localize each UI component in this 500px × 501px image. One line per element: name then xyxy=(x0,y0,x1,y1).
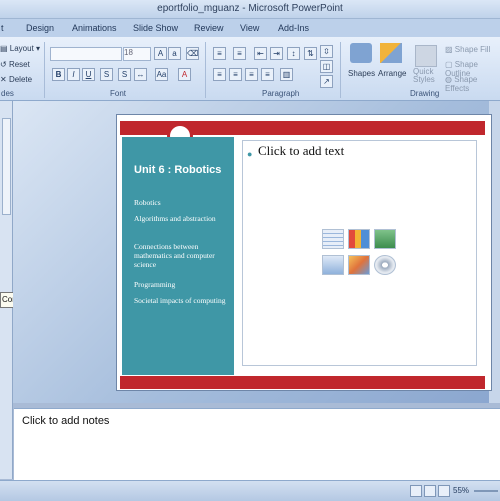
line-spacing-icon[interactable]: ↕ xyxy=(287,47,300,60)
italic-icon[interactable]: I xyxy=(67,68,80,81)
slide-bottom-band xyxy=(120,376,485,389)
font-color-icon[interactable]: A xyxy=(178,68,191,81)
tab-view[interactable]: View xyxy=(240,23,259,33)
arrange-icon[interactable] xyxy=(380,43,402,63)
shape-effects-label: Shape Effects xyxy=(445,75,478,93)
align-right-icon[interactable]: ≡ xyxy=(245,68,258,81)
content-placeholder[interactable] xyxy=(242,140,477,366)
zoom-level[interactable]: 55% xyxy=(453,486,469,495)
bullet-icon: ● xyxy=(247,149,253,159)
font-name-field[interactable] xyxy=(50,47,122,61)
ribbon-separator xyxy=(340,42,341,98)
change-case-icon[interactable]: Aa xyxy=(155,68,168,81)
group-font-label: Font xyxy=(110,89,127,98)
numbering-icon[interactable]: ≡ xyxy=(233,47,246,60)
slide-item-programming[interactable]: Programming xyxy=(134,280,229,289)
shape-fill-label: Shape Fill xyxy=(454,45,491,54)
quick-styles-label[interactable]: Quick Styles xyxy=(413,68,437,84)
shapes-button-label[interactable]: Shapes xyxy=(348,69,375,78)
shapes-icon[interactable] xyxy=(350,43,372,63)
status-bar: 55% xyxy=(0,480,500,501)
slide-show-icon[interactable] xyxy=(438,485,450,497)
underline-icon[interactable]: U xyxy=(82,68,95,81)
group-drawing-label: Drawing xyxy=(410,89,440,98)
quick-styles-icon[interactable] xyxy=(415,45,437,67)
tab-animations[interactable]: Animations xyxy=(72,23,117,33)
delete-label: Delete xyxy=(8,75,33,84)
convert-smartart-icon[interactable]: ↗ xyxy=(320,75,333,88)
insert-clip-art-icon[interactable] xyxy=(348,255,370,275)
increase-indent-icon[interactable]: ⇥ xyxy=(270,47,283,60)
reset-button[interactable]: ↺ Reset xyxy=(0,60,30,69)
shrink-font-icon[interactable]: a xyxy=(168,47,181,60)
insert-smartart-icon[interactable] xyxy=(374,229,396,249)
insert-picture-icon[interactable] xyxy=(322,255,344,275)
slide-item-robotics[interactable]: Robotics xyxy=(134,198,229,207)
slide-item-connections[interactable]: Connections between mathematics and comp… xyxy=(134,242,229,269)
decrease-indent-icon[interactable]: ⇤ xyxy=(254,47,267,60)
normal-view-icon[interactable] xyxy=(410,485,422,497)
slide-item-algorithms[interactable]: Algorithms and abstraction xyxy=(134,214,229,223)
char-spacing-icon[interactable]: ↔ xyxy=(134,68,147,81)
layout-label: Layout xyxy=(9,44,34,53)
window-title: eportfolio_mguanz - Microsoft PowerPoint xyxy=(157,3,343,14)
shadow-icon[interactable]: S xyxy=(118,68,131,81)
align-center-icon[interactable]: ≡ xyxy=(229,68,242,81)
columns-icon[interactable]: ▥ xyxy=(280,68,293,81)
notes-pane[interactable]: Click to add notes xyxy=(14,408,500,480)
tab-review[interactable]: Review xyxy=(194,23,224,33)
strikethrough-icon[interactable]: S xyxy=(100,68,113,81)
zoom-slider[interactable] xyxy=(474,490,498,492)
ribbon-separator xyxy=(44,42,45,98)
reset-label: Reset xyxy=(8,60,30,69)
align-text-icon[interactable]: ⇳ xyxy=(320,45,333,58)
shape-fill-button[interactable]: ▨ Shape Fill xyxy=(445,45,490,54)
title-bar: eportfolio_mguanz - Microsoft PowerPoint xyxy=(0,0,500,19)
tab-add-ins[interactable]: Add-Ins xyxy=(278,23,309,33)
content-placeholder-text[interactable]: Click to add text xyxy=(258,143,344,159)
tab-design[interactable]: Design xyxy=(26,23,54,33)
layout-button[interactable]: ▤ Layout ▾ xyxy=(0,44,40,53)
insert-chart-icon[interactable] xyxy=(348,229,370,249)
font-size-field[interactable]: 18 xyxy=(123,47,151,61)
smartart-icon[interactable]: ◫ xyxy=(320,60,333,73)
slide-item-societal[interactable]: Societal impacts of computing xyxy=(134,296,229,305)
clear-format-icon[interactable]: ⌫ xyxy=(186,47,199,60)
bold-icon[interactable]: B xyxy=(52,68,65,81)
justify-icon[interactable]: ≡ xyxy=(261,68,274,81)
group-paragraph-label: Paragraph xyxy=(262,89,300,98)
ribbon-tabs: t Design Animations Slide Show Review Vi… xyxy=(0,19,500,37)
insert-table-icon[interactable] xyxy=(322,229,344,249)
arrange-button-label[interactable]: Arrange xyxy=(378,69,406,78)
delete-button[interactable]: ✕ Delete xyxy=(0,75,32,84)
text-direction-icon[interactable]: ⇅ xyxy=(304,47,317,60)
notes-placeholder[interactable]: Click to add notes xyxy=(22,415,109,427)
group-slides-label: des xyxy=(1,89,14,98)
align-left-icon[interactable]: ≡ xyxy=(213,68,226,81)
slides-pane-scrollbar[interactable] xyxy=(2,118,11,215)
ribbon-separator xyxy=(205,42,206,98)
grow-font-icon[interactable]: A xyxy=(154,47,167,60)
tab-slide-show[interactable]: Slide Show xyxy=(133,23,178,33)
insert-media-icon[interactable] xyxy=(374,255,396,275)
slide-sorter-icon[interactable] xyxy=(424,485,436,497)
slide-title[interactable]: Unit 6 : Robotics xyxy=(134,163,229,177)
tab-insert[interactable]: t xyxy=(1,23,4,33)
shape-effects-button[interactable]: ◍ Shape Effects xyxy=(445,75,500,93)
bullets-icon[interactable]: ≡ xyxy=(213,47,226,60)
